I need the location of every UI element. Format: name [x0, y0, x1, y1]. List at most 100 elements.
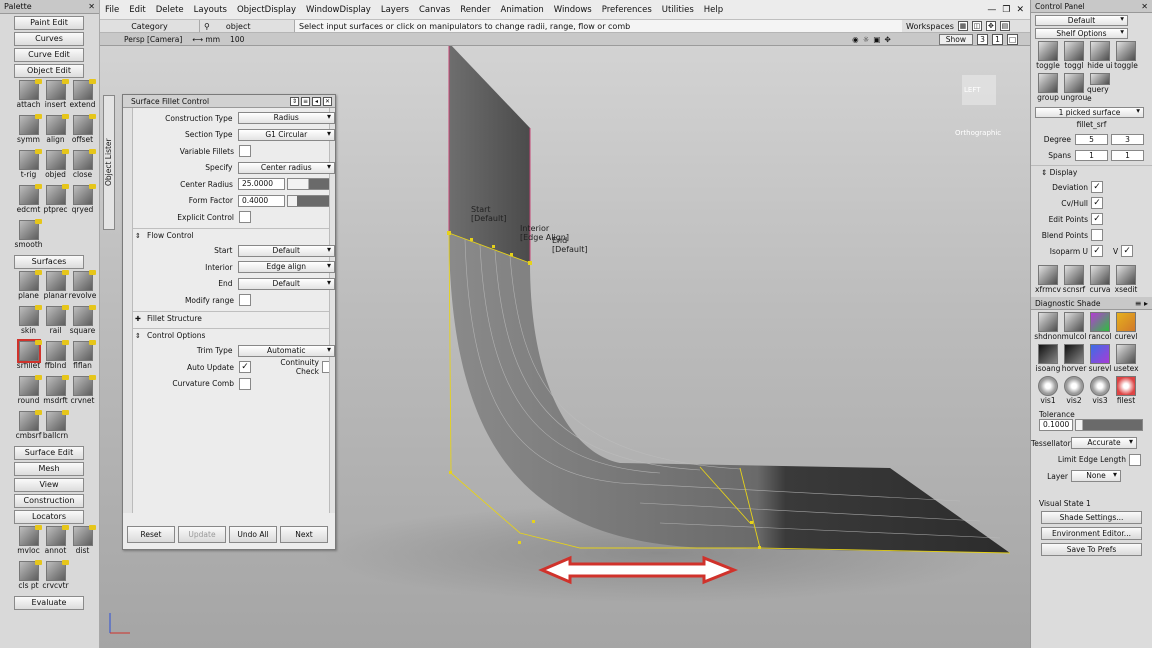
light-icon[interactable]: ☼: [863, 35, 870, 44]
end-dropdown[interactable]: Default: [237, 277, 335, 290]
form-factor-slider[interactable]: [287, 194, 335, 207]
tool-cls-pt[interactable]: cls pt: [15, 559, 42, 594]
tolerance-input[interactable]: 0.1000: [1039, 419, 1073, 431]
tool-curva[interactable]: curva: [1087, 263, 1113, 295]
isoparm-u-checkbox[interactable]: ✓: [1091, 245, 1103, 257]
paint-edit-tab[interactable]: Paint Edit: [14, 16, 84, 30]
tool-insert[interactable]: insert: [42, 78, 69, 113]
pin-icon[interactable]: ⇕: [290, 96, 299, 106]
next-button[interactable]: Next: [280, 526, 328, 543]
undo-all-button[interactable]: Undo All: [229, 526, 277, 543]
maximize-icon[interactable]: ❐: [1002, 5, 1010, 15]
tool-toggl[interactable]: toggl: [1061, 39, 1087, 71]
variable-fillets-checkbox[interactable]: [239, 145, 251, 158]
specify-dropdown[interactable]: Center radius: [237, 161, 335, 174]
isoparm-v-checkbox[interactable]: ✓: [1121, 245, 1134, 257]
tool-ptprec[interactable]: ptprec: [42, 183, 69, 218]
edit-points-checkbox[interactable]: ✓: [1091, 213, 1103, 225]
move-icon[interactable]: ✥: [884, 35, 890, 44]
menu-item-edit[interactable]: Edit: [124, 5, 150, 15]
curve-edit-tab[interactable]: Curve Edit: [14, 48, 84, 62]
grid-icon[interactable]: ▤: [999, 21, 1010, 31]
shade-settings-button[interactable]: Shade Settings...: [1041, 510, 1142, 524]
tool-attach[interactable]: attach: [15, 78, 42, 113]
deviation-checkbox[interactable]: ✓: [1091, 181, 1103, 193]
tool-square[interactable]: square: [69, 304, 96, 339]
tool-vis3[interactable]: vis3: [1087, 374, 1113, 406]
tool-horver[interactable]: horver: [1061, 342, 1087, 374]
layout-icon[interactable]: ▦: [957, 21, 968, 31]
wall-surface[interactable]: [449, 43, 530, 263]
tool-crvcvtr[interactable]: crvcvtr: [42, 559, 69, 594]
cv-hull-checkbox[interactable]: ✓: [1091, 197, 1103, 209]
degree-u-input[interactable]: 5: [1075, 133, 1108, 145]
layout-dropdown[interactable]: Default: [1035, 14, 1128, 26]
tool-scnsrf[interactable]: scnsrf: [1061, 263, 1087, 295]
degree-v-input[interactable]: 3: [1111, 133, 1144, 145]
environment-editor-button[interactable]: Environment Editor...: [1041, 526, 1142, 540]
tool-planar[interactable]: planar: [42, 269, 69, 304]
window-icon[interactable]: ◫: [971, 21, 982, 31]
spans-v-input[interactable]: 1: [1111, 149, 1144, 161]
tool-cmbsrf[interactable]: cmbsrf: [15, 409, 42, 444]
fillet-structure-section[interactable]: ✚ Fillet Structure: [123, 310, 335, 326]
mesh-tab[interactable]: Mesh: [14, 462, 84, 476]
object-edit-tab[interactable]: Object Edit: [14, 64, 84, 78]
tool-offset[interactable]: offset: [69, 113, 96, 148]
menu-item-file[interactable]: File: [100, 5, 124, 15]
quality-3-button[interactable]: 3: [977, 33, 988, 45]
limit-edge-length-checkbox[interactable]: [1129, 453, 1141, 466]
tool-query-e[interactable]: query e: [1087, 71, 1113, 103]
close-icon[interactable]: ✕: [1141, 2, 1148, 11]
tool-mulcol[interactable]: mulcol: [1061, 310, 1087, 342]
interior-dropdown[interactable]: Edge align: [237, 261, 335, 274]
menu-item-help[interactable]: Help: [699, 5, 728, 15]
construction-type-dropdown[interactable]: Radius: [237, 112, 335, 125]
maximize-view-icon[interactable]: □: [1007, 33, 1018, 45]
tool-usetex[interactable]: usetex: [1113, 342, 1139, 374]
spans-u-input[interactable]: 1: [1075, 149, 1108, 161]
tool-group[interactable]: group: [1035, 71, 1061, 103]
tool-plane[interactable]: plane: [15, 269, 42, 304]
evaluate-tab[interactable]: Evaluate: [14, 596, 84, 610]
tool-align[interactable]: align: [42, 113, 69, 148]
tool-surevl[interactable]: surevl: [1087, 342, 1113, 374]
menu-item-layouts[interactable]: Layouts: [189, 5, 232, 15]
menu-item-windowdisplay[interactable]: WindowDisplay: [301, 5, 376, 15]
update-button[interactable]: Update: [178, 526, 226, 543]
tool-shdnon[interactable]: shdnon: [1034, 310, 1062, 342]
tool-toggle[interactable]: toggle: [1035, 39, 1061, 71]
tool-ungrou[interactable]: ungrou: [1061, 71, 1087, 103]
tool-curevl[interactable]: curevl: [1113, 310, 1139, 342]
tool-toggle[interactable]: toggle: [1113, 39, 1139, 71]
tool-close[interactable]: close: [69, 148, 96, 183]
transform-icon[interactable]: ✥: [985, 21, 996, 31]
shelf-options-dropdown[interactable]: Shelf Options: [1035, 27, 1128, 39]
menu-item-animation[interactable]: Animation: [495, 5, 548, 15]
tool-msdrft[interactable]: msdrft: [42, 374, 69, 409]
curves-tab[interactable]: Curves: [14, 32, 84, 46]
tool-xsedit[interactable]: xsedit: [1113, 263, 1139, 295]
form-factor-input[interactable]: 0.4000: [237, 194, 286, 207]
menu-icon[interactable]: ≡ ▸: [1135, 299, 1148, 308]
flow-control-section[interactable]: ⇕ Flow Control: [123, 227, 335, 243]
tool-qryed[interactable]: qryed: [69, 183, 96, 218]
show-button[interactable]: Show: [938, 33, 973, 45]
tool-skin[interactable]: skin: [15, 304, 42, 339]
surfaces-tab[interactable]: Surfaces: [14, 255, 84, 269]
menu-item-layers[interactable]: Layers: [376, 5, 414, 15]
menu-item-objectdisplay[interactable]: ObjectDisplay: [232, 5, 301, 15]
tool-dist[interactable]: dist: [69, 524, 96, 559]
menu-item-canvas[interactable]: Canvas: [414, 5, 455, 15]
tool-t-rig[interactable]: t-rig: [15, 148, 42, 183]
tool-flflan[interactable]: flflan: [69, 339, 96, 374]
close-icon[interactable]: ✕: [1016, 5, 1024, 15]
frame-icon[interactable]: ▣: [873, 35, 880, 44]
menu-item-render[interactable]: Render: [455, 5, 495, 15]
tool-smooth[interactable]: smooth: [14, 218, 43, 253]
tool-filest[interactable]: filest: [1113, 374, 1139, 406]
quality-1-button[interactable]: 1: [992, 33, 1003, 45]
tool-crvnet[interactable]: crvnet: [69, 374, 96, 409]
fillet-surface[interactable]: [449, 233, 1010, 553]
close-icon[interactable]: ✕: [323, 96, 332, 106]
